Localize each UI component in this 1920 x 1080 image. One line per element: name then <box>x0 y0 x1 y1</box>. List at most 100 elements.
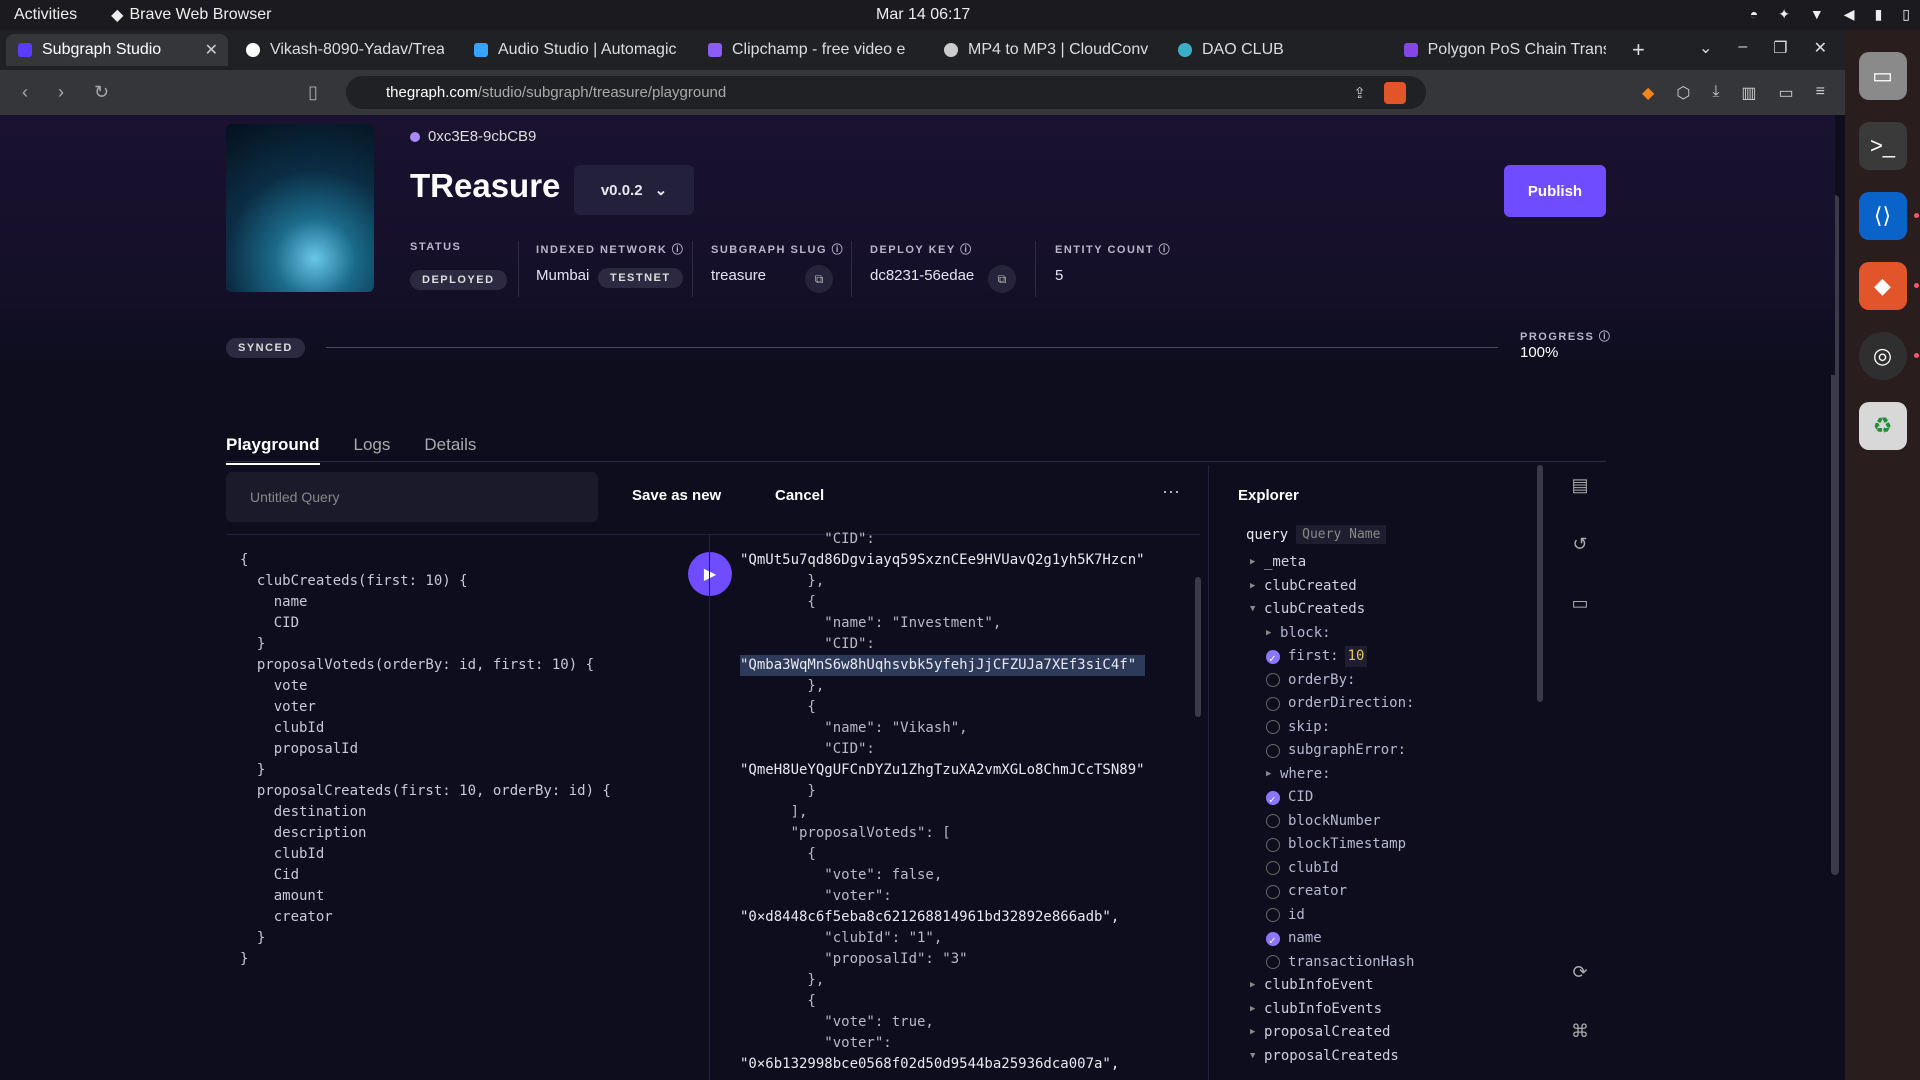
editor-line: voter <box>240 699 316 715</box>
obs-icon[interactable]: ◎ <box>1858 332 1919 380</box>
explorer-item[interactable]: first: 10 <box>1250 645 1414 669</box>
download-icon[interactable]: ⤓ <box>1712 83 1719 103</box>
terminal-icon[interactable]: >_ <box>1858 122 1907 170</box>
explorer-item[interactable]: orderBy: <box>1250 669 1414 693</box>
trash-icon[interactable]: ♻ <box>1858 402 1907 450</box>
checkbox-checked-icon[interactable] <box>1266 648 1280 669</box>
minimize-icon[interactable]: – <box>1738 38 1747 58</box>
tab-clipchamp[interactable]: Clipchamp - free video e <box>696 34 926 66</box>
explorer-item[interactable]: clubId <box>1250 857 1414 881</box>
vscode-icon[interactable]: ⟨⟩ <box>1858 192 1919 240</box>
save-as-new-button[interactable]: Save as new <box>632 487 721 504</box>
checkbox-icon[interactable] <box>1266 696 1280 711</box>
menu-icon[interactable]: ≡ <box>1816 83 1825 103</box>
explorer-item[interactable]: id <box>1250 904 1414 928</box>
network-label-text: INDEXED NETWORK <box>536 244 668 256</box>
explorer-item[interactable]: ▶ clubCreated <box>1250 575 1414 599</box>
checkbox-icon[interactable] <box>1266 908 1280 923</box>
info-icon[interactable]: ⓘ <box>1159 244 1172 256</box>
info-icon[interactable]: ⓘ <box>832 244 845 256</box>
close-window-icon[interactable]: ✕ <box>1814 38 1827 58</box>
metamask-icon[interactable]: ◆ <box>1642 83 1654 103</box>
explorer-item[interactable]: ▶ clubInfoEvents <box>1250 998 1414 1022</box>
app-menu[interactable]: ◆ Brave Web Browser <box>111 5 271 25</box>
tab-cloudconvert[interactable]: MP4 to MP3 | CloudConv <box>932 34 1160 66</box>
system-tray[interactable]: ◓ ✦ ▼ ◀ ▮ ▯ <box>1750 6 1910 23</box>
copy-deploy-key-icon[interactable]: ⧉ <box>988 265 1016 293</box>
restore-icon[interactable]: ❐ <box>1773 38 1787 58</box>
tab-polygon[interactable]: Polygon PoS Chain Trans <box>1392 34 1618 66</box>
explorer-item[interactable]: ▼ proposalCreateds <box>1250 1045 1414 1069</box>
checkbox-icon[interactable] <box>1266 955 1280 970</box>
result-viewer[interactable]: "CID": "QmUt5u7qd86Dgviayq59SxznCEe9HVUav… <box>740 529 1145 1075</box>
brave-shields-icon[interactable] <box>1384 81 1406 104</box>
info-icon[interactable]: ⓘ <box>672 244 685 256</box>
explorer-item[interactable]: name <box>1250 927 1414 951</box>
bookmark-icon[interactable]: ▯ <box>308 82 322 103</box>
explorer-item[interactable]: ▶ _meta <box>1250 551 1414 575</box>
explorer-item[interactable]: CID <box>1250 786 1414 810</box>
checkbox-icon[interactable] <box>1266 861 1280 876</box>
reload-icon[interactable]: ↻ <box>94 82 109 103</box>
query-editor[interactable]: { clubCreateds(first: 10) { name CID } p… <box>240 550 611 970</box>
sidebar-icon[interactable]: ▥ <box>1741 83 1756 103</box>
new-tab-button[interactable]: + <box>1632 37 1645 63</box>
checkbox-checked-icon[interactable] <box>1266 789 1280 810</box>
publish-button[interactable]: Publish <box>1504 165 1606 217</box>
version-select[interactable]: v0.0.2 ⌄ <box>574 165 694 215</box>
docs-icon[interactable]: ▤ <box>1571 475 1588 496</box>
explorer-item[interactable]: orderDirection: <box>1250 692 1414 716</box>
wallet-icon[interactable]: ▭ <box>1779 83 1794 103</box>
tab-audio-studio[interactable]: Audio Studio | Automagic <box>462 34 690 66</box>
result-scrollbar[interactable] <box>1195 577 1201 717</box>
share-icon[interactable]: ⇪ <box>1353 84 1366 102</box>
activities-button[interactable]: Activities <box>14 6 77 24</box>
explorer-item-value[interactable]: 10 <box>1344 646 1368 668</box>
checkbox-checked-icon[interactable] <box>1266 930 1280 951</box>
tab-list-icon[interactable]: ⌄ <box>1699 38 1712 58</box>
close-tab-icon[interactable]: ✕ <box>205 40 218 60</box>
copy-slug-icon[interactable]: ⧉ <box>805 265 833 293</box>
cancel-button[interactable]: Cancel <box>775 487 824 504</box>
checkbox-icon[interactable] <box>1266 720 1280 735</box>
back-icon[interactable]: ‹ <box>22 82 36 103</box>
explorer-item[interactable]: ▶ block: <box>1250 622 1414 646</box>
explorer-item[interactable]: subgraphError: <box>1250 739 1414 763</box>
checkbox-icon[interactable] <box>1266 837 1280 852</box>
explorer-item[interactable]: blockNumber <box>1250 810 1414 834</box>
explorer-item[interactable]: skip: <box>1250 716 1414 740</box>
explorer-scrollbar[interactable] <box>1537 465 1543 702</box>
shortcuts-icon[interactable]: ⌘ <box>1571 1021 1589 1042</box>
explorer-query-name-input[interactable]: Query Name <box>1296 525 1387 544</box>
info-icon[interactable]: ⓘ <box>960 244 973 256</box>
result-line: } <box>740 783 816 799</box>
brave-dock-icon[interactable]: ◆ <box>1858 262 1919 310</box>
explorer-item[interactable]: blockTimestamp <box>1250 833 1414 857</box>
checkbox-icon[interactable] <box>1266 743 1280 758</box>
tab-dao-club[interactable]: DAO CLUB <box>1166 34 1386 66</box>
explorer-item[interactable]: ▼ clubCreateds <box>1250 598 1414 622</box>
address-bar[interactable]: thegraph.com/studio/subgraph/treasure/pl… <box>346 76 1426 109</box>
checkbox-icon[interactable] <box>1266 814 1280 829</box>
refresh-schema-icon[interactable]: ⟳ <box>1572 962 1587 983</box>
forward-icon[interactable]: › <box>58 82 72 103</box>
clock[interactable]: Mar 14 06:17 <box>876 6 970 24</box>
explorer-item[interactable]: creator <box>1250 880 1414 904</box>
run-query-button[interactable]: ▶ <box>688 552 732 596</box>
tab-github[interactable]: Vikash-8090-Yadav/Trea <box>234 34 456 66</box>
explorer-item[interactable]: transactionHash <box>1250 951 1414 975</box>
explorer-item[interactable]: ▶ where: <box>1250 763 1414 787</box>
history-icon[interactable]: ↺ <box>1572 534 1587 555</box>
query-name-input[interactable]: Untitled Query <box>226 472 598 522</box>
tab-subgraph-studio[interactable]: Subgraph Studio ✕ <box>6 34 228 66</box>
owner-address[interactable]: 0xc3E8-9cbCB9 <box>410 128 536 145</box>
explorer-item[interactable]: ▶ clubInfoEvent <box>1250 974 1414 998</box>
checkbox-icon[interactable] <box>1266 673 1280 688</box>
info-icon[interactable]: ⓘ <box>1599 331 1612 343</box>
explorer-item[interactable]: ▶ proposalCreated <box>1250 1021 1414 1045</box>
checkbox-icon[interactable] <box>1266 884 1280 899</box>
folder-icon[interactable]: ▭ <box>1571 593 1588 614</box>
extensions-icon[interactable]: ⬡ <box>1676 83 1690 103</box>
files-icon[interactable]: ▭ <box>1858 52 1907 100</box>
more-options-icon[interactable]: ··· <box>1162 481 1180 502</box>
